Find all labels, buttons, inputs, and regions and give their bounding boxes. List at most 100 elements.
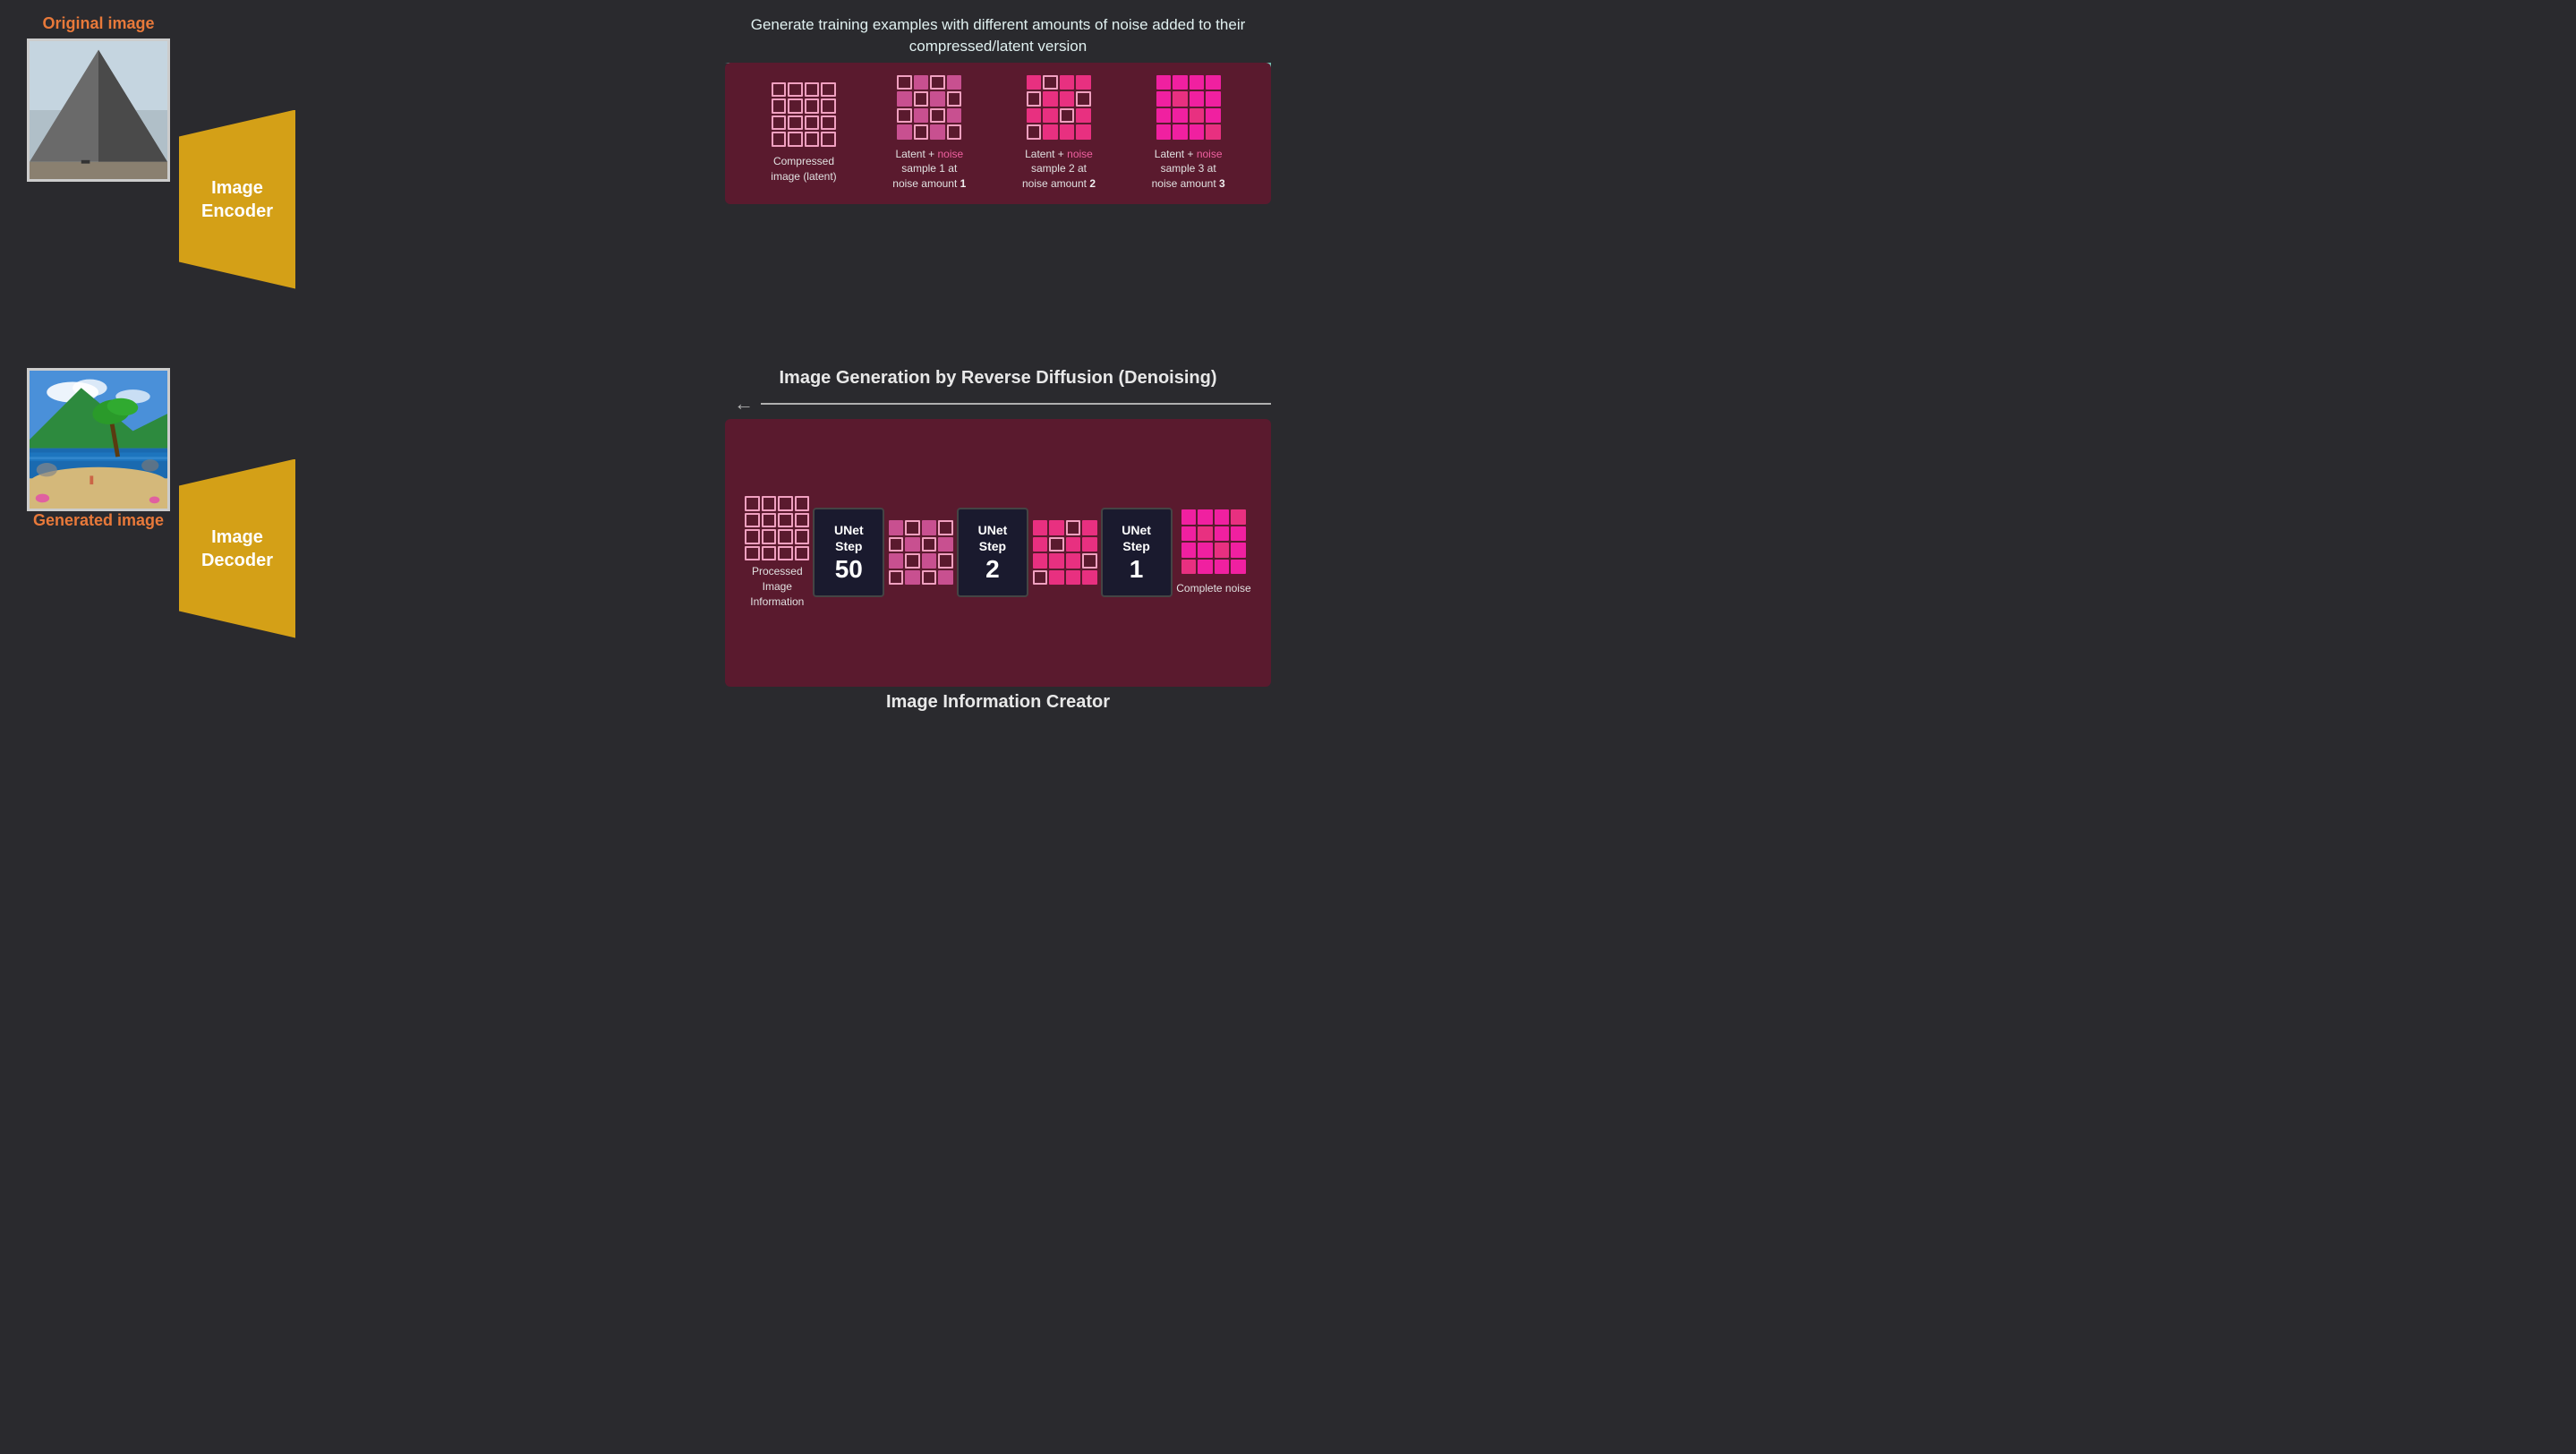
grid-cell	[1198, 543, 1213, 558]
grid-item-step50: ProcessedImageInformation UNetStep 50	[745, 496, 884, 609]
grid-cell	[762, 546, 777, 561]
grid-cell	[897, 108, 912, 124]
unet-label-step50: UNetStep	[834, 522, 864, 554]
grid-cell	[1049, 553, 1064, 569]
grid-cell	[762, 529, 777, 544]
main-container: Original image	[0, 0, 1289, 727]
grid-cell	[947, 75, 962, 90]
grid-cell	[1215, 543, 1230, 558]
grid-icon-step50	[745, 496, 809, 560]
grid-cell	[1076, 124, 1091, 140]
image-encoder-box: Image Encoder	[179, 110, 295, 289]
original-image-box	[27, 38, 170, 182]
grid-item-latent2: Latent + noisesample 2 atnoise amount 2	[1022, 75, 1096, 192]
grid-cell	[1060, 75, 1075, 90]
grid-item-step2: UNetStep 2	[889, 508, 1028, 597]
grid-cell	[889, 570, 904, 586]
grid-cell	[772, 132, 787, 147]
grid-cell	[1049, 537, 1064, 552]
grid-cell	[1198, 509, 1213, 525]
grid-cell	[938, 553, 953, 569]
bottom-section: Generated image Image Decoder Image Gene…	[18, 368, 1271, 713]
grid-cell	[1181, 509, 1197, 525]
grid-cell	[914, 108, 929, 124]
grid-cell	[1076, 108, 1091, 124]
unet-label-step2: UNetStep	[978, 522, 1008, 554]
grid-cell	[1156, 91, 1172, 107]
grid-cell	[914, 91, 929, 107]
grid-item-latent3: Latent + noisesample 3 atnoise amount 3	[1152, 75, 1225, 192]
grid-cell	[1027, 91, 1042, 107]
grid-cell	[1190, 124, 1205, 140]
grid-cell	[930, 91, 945, 107]
grid-cell	[1173, 75, 1188, 90]
grid-cell	[1173, 108, 1188, 124]
grid-cell	[1206, 124, 1221, 140]
grid-cell	[1066, 520, 1081, 535]
top-panel-wrapper: Compressedimage (latent)	[725, 63, 1271, 359]
unet-box-step2: UNetStep 2	[957, 508, 1028, 597]
grid-cell	[1082, 553, 1097, 569]
grid-cell	[795, 529, 810, 544]
grid-item-compressed: Compressedimage (latent)	[771, 82, 836, 184]
grid-cell	[922, 520, 937, 535]
maroon-box-bottom: ProcessedImageInformation UNetStep 50	[725, 419, 1271, 687]
grid-cell	[745, 496, 760, 511]
grid-cell	[1181, 543, 1197, 558]
grid-cell	[1082, 537, 1097, 552]
grid-label-compressed: Compressedimage (latent)	[771, 154, 836, 184]
grid-cell	[1033, 537, 1048, 552]
left-col-bottom: Generated image	[18, 368, 179, 713]
grid-cell	[889, 553, 904, 569]
grid-cell	[947, 124, 962, 140]
grid-cell	[1066, 570, 1081, 586]
right-content-top: Generate training examples with differen…	[725, 14, 1271, 359]
grid-cell	[1190, 75, 1205, 90]
unet-number-step1: 1	[1130, 555, 1144, 584]
grid-cell	[1198, 560, 1213, 575]
grid-cell	[1033, 570, 1048, 586]
grid-cell	[1043, 91, 1058, 107]
grid-cell	[1027, 108, 1042, 124]
grid-cell	[821, 82, 836, 98]
grid-cell	[897, 91, 912, 107]
grid-icon-step2	[889, 520, 953, 585]
grid-cell	[821, 132, 836, 147]
grid-cell	[1206, 91, 1221, 107]
grid-cell	[778, 496, 793, 511]
step50-grid-col: ProcessedImageInformation	[745, 496, 809, 609]
unet-box-step1: UNetStep 1	[1101, 508, 1173, 597]
grid-cell	[795, 496, 810, 511]
grid-cell	[1215, 560, 1230, 575]
beach-image	[30, 371, 167, 509]
grid-cell	[1206, 75, 1221, 90]
grid-label-step50: ProcessedImageInformation	[750, 564, 804, 609]
grid-cell	[930, 75, 945, 90]
top-section: Original image	[18, 14, 1271, 359]
grid-cell	[1156, 124, 1172, 140]
grid-cell	[762, 496, 777, 511]
grid-cell	[1231, 526, 1246, 542]
grid-cell	[1049, 570, 1064, 586]
grid-cell	[1060, 124, 1075, 140]
grid-cell	[788, 82, 803, 98]
grid-cell	[1173, 124, 1188, 140]
grid-cell	[1043, 75, 1058, 90]
grid-icon-complete-noise	[1181, 509, 1246, 574]
grid-cell	[922, 553, 937, 569]
maroon-items-bottom: ProcessedImageInformation UNetStep 50	[743, 496, 1253, 609]
grid-cell	[922, 537, 937, 552]
step50-group: ProcessedImageInformation UNetStep 50	[745, 496, 884, 609]
grid-cell	[1231, 543, 1246, 558]
encoder-label: Image Encoder	[201, 176, 273, 223]
grid-cell	[1076, 91, 1091, 107]
grid-cell	[1231, 560, 1246, 575]
grid-cell	[938, 520, 953, 535]
grid-cell	[1190, 91, 1205, 107]
step2-group: UNetStep 2	[889, 508, 1028, 597]
bottom-footer-label: Image Information Creator	[725, 692, 1271, 713]
grid-cell	[938, 570, 953, 586]
maroon-box-top: Compressedimage (latent)	[725, 63, 1271, 204]
arrow-line	[761, 403, 1271, 405]
grid-cell	[762, 513, 777, 528]
